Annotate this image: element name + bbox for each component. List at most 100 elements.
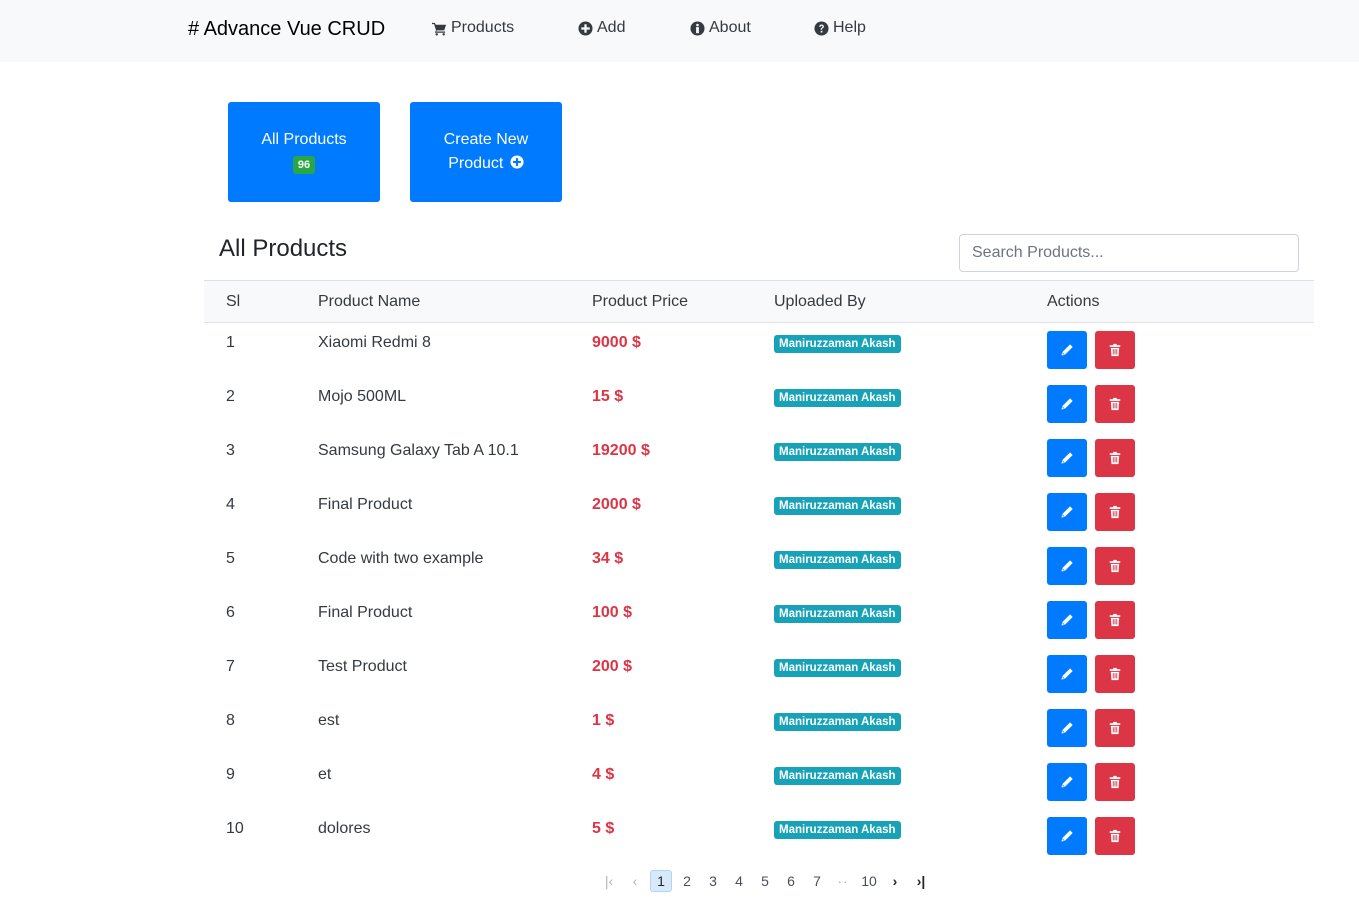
page-1-button[interactable]: 1: [650, 870, 672, 892]
edit-button[interactable]: [1047, 492, 1087, 531]
page-10-button[interactable]: 10: [858, 870, 880, 892]
product-name: et: [318, 765, 332, 783]
product-price: 1 $: [592, 711, 615, 729]
products-table: Sl Product Name Product Price Uploaded B…: [204, 280, 1314, 863]
sl-value: 3: [226, 441, 235, 459]
page-2-button[interactable]: 2: [676, 870, 698, 892]
cell-uploaded-by: Maniruzzaman Akash: [774, 593, 1047, 647]
edit-button[interactable]: [1047, 654, 1087, 693]
delete-button[interactable]: [1095, 762, 1135, 801]
delete-button[interactable]: [1095, 816, 1135, 855]
edit-button[interactable]: [1047, 331, 1087, 369]
delete-button[interactable]: [1095, 331, 1135, 369]
cell-product-name: Mojo 500ML: [318, 377, 592, 431]
delete-button[interactable]: [1095, 438, 1135, 477]
page-6-button[interactable]: 6: [780, 870, 802, 892]
all-products-tile[interactable]: All Products 96: [228, 102, 380, 202]
pencil-icon: [1061, 451, 1073, 464]
cell-uploaded-by: Maniruzzaman Akash: [774, 701, 1047, 755]
cell-actions: [1047, 323, 1314, 377]
cell-uploaded-by: Maniruzzaman Akash: [774, 485, 1047, 539]
header-actions: Actions: [1047, 280, 1314, 323]
cell-actions: [1047, 755, 1314, 809]
question-circle-icon: [814, 20, 829, 36]
table-row: 9 et 4 $ Maniruzzaman Akash: [204, 755, 1314, 809]
first-page-button[interactable]: |‹: [598, 870, 620, 892]
sl-value: 6: [226, 603, 235, 621]
cell-sl: 3: [204, 431, 318, 485]
nav-about[interactable]: About: [690, 19, 751, 37]
edit-button[interactable]: [1047, 708, 1087, 747]
product-price: 5 $: [592, 819, 615, 837]
page-4-button[interactable]: 4: [728, 870, 750, 892]
page-3-button[interactable]: 3: [702, 870, 724, 892]
delete-button[interactable]: [1095, 708, 1135, 747]
header-product-name: Product Name: [318, 280, 592, 323]
sl-value: 10: [226, 819, 244, 837]
edit-button[interactable]: [1047, 546, 1087, 585]
edit-button[interactable]: [1047, 438, 1087, 477]
trash-icon: [1109, 613, 1121, 626]
delete-button[interactable]: [1095, 654, 1135, 693]
cell-product-name: Final Product: [318, 593, 592, 647]
uploader-badge: Maniruzzaman Akash: [774, 442, 901, 461]
cell-uploaded-by: Maniruzzaman Akash: [774, 323, 1047, 377]
search-input[interactable]: [959, 234, 1299, 272]
sl-value: 2: [226, 387, 235, 405]
cell-product-name: est: [318, 701, 592, 755]
product-price: 34 $: [592, 549, 624, 567]
edit-button[interactable]: [1047, 600, 1087, 639]
edit-button[interactable]: [1047, 816, 1087, 855]
uploader-badge: Maniruzzaman Akash: [774, 550, 901, 569]
delete-button[interactable]: [1095, 492, 1135, 531]
delete-button[interactable]: [1095, 600, 1135, 639]
pencil-icon: [1061, 505, 1073, 518]
page-5-button[interactable]: 5: [754, 870, 776, 892]
pencil-icon: [1061, 344, 1073, 356]
pagination: |‹ ‹ 1 2 3 4 5 6 7 ·· 10 › ›|: [598, 870, 936, 892]
uploader-badge: Maniruzzaman Akash: [774, 766, 901, 785]
edit-button[interactable]: [1047, 762, 1087, 801]
prev-page-button[interactable]: ‹: [624, 870, 646, 892]
nav-add-label: Add: [597, 19, 626, 36]
navbar: # Advance Vue CRUD Products Add About He…: [0, 0, 1359, 62]
cell-product-name: Samsung Galaxy Tab A 10.1: [318, 431, 592, 485]
cell-sl: 10: [204, 809, 318, 863]
uploader-badge: Maniruzzaman Akash: [774, 604, 901, 623]
plus-circle-icon: [578, 20, 593, 36]
delete-button[interactable]: [1095, 546, 1135, 585]
cell-product-price: 5 $: [592, 809, 774, 863]
last-page-button[interactable]: ›|: [910, 870, 932, 892]
create-new-product-tile[interactable]: Create New Product: [410, 102, 562, 202]
delete-button[interactable]: [1095, 384, 1135, 423]
uploader-badge: Maniruzzaman Akash: [774, 335, 901, 353]
product-price: 19200 $: [592, 441, 650, 459]
cell-actions: [1047, 485, 1314, 539]
edit-button[interactable]: [1047, 384, 1087, 423]
cell-uploaded-by: Maniruzzaman Akash: [774, 647, 1047, 701]
trash-icon: [1109, 559, 1121, 572]
trash-icon: [1109, 775, 1121, 788]
cell-product-price: 9000 $: [592, 323, 774, 377]
product-name: Test Product: [318, 657, 407, 675]
cell-product-price: 19200 $: [592, 431, 774, 485]
nav-help[interactable]: Help: [814, 19, 866, 37]
product-name: Final Product: [318, 603, 413, 621]
table-row: 4 Final Product 2000 $ Maniruzzaman Akas…: [204, 485, 1314, 539]
section-title: All Products: [219, 235, 348, 262]
cell-product-price: 2000 $: [592, 485, 774, 539]
header-uploaded-by: Uploaded By: [774, 280, 1047, 323]
nav-add[interactable]: Add: [578, 19, 625, 37]
product-price: 100 $: [592, 603, 633, 621]
next-page-button[interactable]: ›: [884, 870, 906, 892]
brand-title[interactable]: # Advance Vue CRUD: [188, 18, 385, 41]
cell-actions: [1047, 539, 1314, 593]
table-row: 3 Samsung Galaxy Tab A 10.1 19200 $ Mani…: [204, 431, 1314, 485]
pencil-icon: [1061, 721, 1073, 734]
product-price: 4 $: [592, 765, 615, 783]
uploader-badge: Maniruzzaman Akash: [774, 820, 901, 839]
product-name: Final Product: [318, 495, 413, 513]
page-7-button[interactable]: 7: [806, 870, 828, 892]
header-product-price: Product Price: [592, 280, 774, 323]
nav-products[interactable]: Products: [432, 19, 514, 37]
